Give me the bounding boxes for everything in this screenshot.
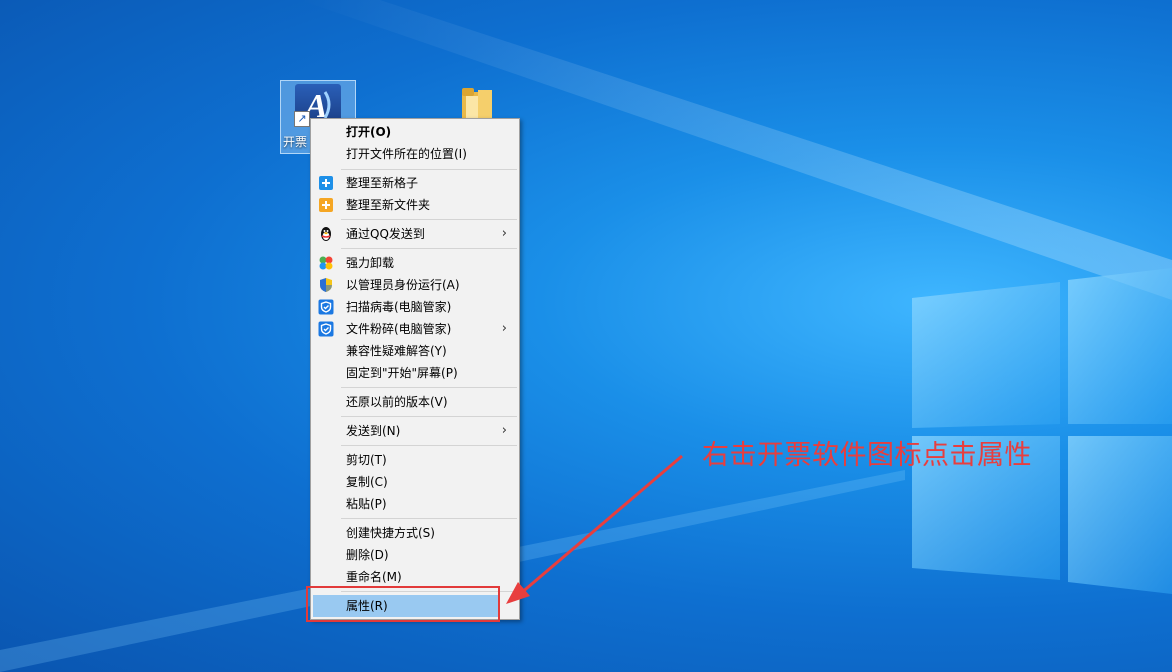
menu-item-open[interactable]: 打开(O) (313, 121, 517, 143)
windows-wallpaper (0, 0, 1172, 672)
menu-item-rename[interactable]: 重命名(M) (313, 566, 517, 588)
menu-item-label: 扫描病毒(电脑管家) (346, 300, 452, 314)
menu-item-label: 打开(O) (346, 125, 392, 139)
menu-separator (341, 169, 517, 170)
menu-item-copy[interactable]: 复制(C) (313, 471, 517, 493)
shortcut-arrow-icon: ↗ (294, 111, 310, 127)
tencent-shield-icon (318, 299, 334, 315)
menu-item-label: 整理至新格子 (346, 176, 419, 190)
menu-item-label: 剪切(T) (346, 453, 387, 467)
menu-item-restore-previous-versions[interactable]: 还原以前的版本(V) (313, 391, 517, 413)
menu-item-label: 文件粉碎(电脑管家) (346, 322, 452, 336)
menu-item-force-uninstall[interactable]: 强力卸载 (313, 252, 517, 274)
uac-shield-icon (318, 277, 334, 293)
menu-item-create-shortcut[interactable]: 创建快捷方式(S) (313, 522, 517, 544)
context-menu: 打开(O) 打开文件所在的位置(I) 整理至新格子 整理至新文件夹 通过QQ发送… (310, 118, 520, 620)
submenu-chevron-icon: › (501, 423, 507, 438)
menu-separator (341, 387, 517, 388)
menu-item-run-as-admin[interactable]: 以管理员身份运行(A) (313, 274, 517, 296)
menu-item-label: 重命名(M) (346, 570, 402, 584)
submenu-chevron-icon: › (501, 321, 507, 336)
logo-pane-bottom-right (1068, 436, 1172, 594)
menu-separator (341, 445, 517, 446)
logo-pane-top-left (912, 282, 1060, 428)
menu-item-open-file-location[interactable]: 打开文件所在的位置(I) (313, 143, 517, 165)
menu-item-send-via-qq[interactable]: 通过QQ发送到 › (313, 223, 517, 245)
menu-item-label: 创建快捷方式(S) (346, 526, 435, 540)
menu-item-organize-new-grid[interactable]: 整理至新格子 (313, 172, 517, 194)
plus-blue-icon (318, 175, 334, 191)
menu-item-send-to[interactable]: 发送到(N) › (313, 420, 517, 442)
plus-orange-icon (318, 197, 334, 213)
submenu-chevron-icon: › (501, 226, 507, 241)
folder-icon (462, 88, 492, 120)
menu-item-organize-new-folder[interactable]: 整理至新文件夹 (313, 194, 517, 216)
menu-item-label: 复制(C) (346, 475, 388, 489)
menu-separator (341, 416, 517, 417)
qq-penguin-icon (318, 226, 334, 242)
menu-item-label: 整理至新文件夹 (346, 198, 431, 212)
clover-icon (318, 255, 334, 271)
menu-item-file-shred[interactable]: 文件粉碎(电脑管家) › (313, 318, 517, 340)
menu-item-label: 打开文件所在的位置(I) (346, 147, 467, 161)
logo-pane-top-right (1068, 268, 1172, 424)
menu-item-label: 还原以前的版本(V) (346, 395, 448, 409)
menu-item-paste[interactable]: 粘贴(P) (313, 493, 517, 515)
menu-separator (341, 219, 517, 220)
menu-item-cut[interactable]: 剪切(T) (313, 449, 517, 471)
menu-item-label: 删除(D) (346, 548, 389, 562)
desktop[interactable]: A ↗ 开票 打开(O) 打开文件所在的位置(I) 整理至新格子 整理至新文件夹… (0, 0, 1172, 672)
annotation-text: 右击开票软件图标点击属性 (702, 440, 1032, 471)
menu-item-pin-to-start[interactable]: 固定到"开始"屏幕(P) (313, 362, 517, 384)
menu-item-label: 以管理员身份运行(A) (346, 278, 460, 292)
menu-separator (341, 248, 517, 249)
tencent-shield-icon (318, 321, 334, 337)
menu-item-label: 发送到(N) (346, 424, 401, 438)
menu-item-label: 强力卸载 (346, 256, 395, 270)
menu-item-compatibility-troubleshoot[interactable]: 兼容性疑难解答(Y) (313, 340, 517, 362)
menu-item-label: 固定到"开始"屏幕(P) (346, 366, 458, 380)
annotation-highlight-box (306, 586, 500, 622)
menu-item-delete[interactable]: 删除(D) (313, 544, 517, 566)
menu-item-label: 兼容性疑难解答(Y) (346, 344, 447, 358)
menu-separator (341, 518, 517, 519)
desktop-icon-folder[interactable] (460, 86, 494, 122)
menu-item-label: 通过QQ发送到 (346, 227, 425, 241)
menu-item-scan-virus[interactable]: 扫描病毒(电脑管家) (313, 296, 517, 318)
menu-item-label: 粘贴(P) (346, 497, 387, 511)
